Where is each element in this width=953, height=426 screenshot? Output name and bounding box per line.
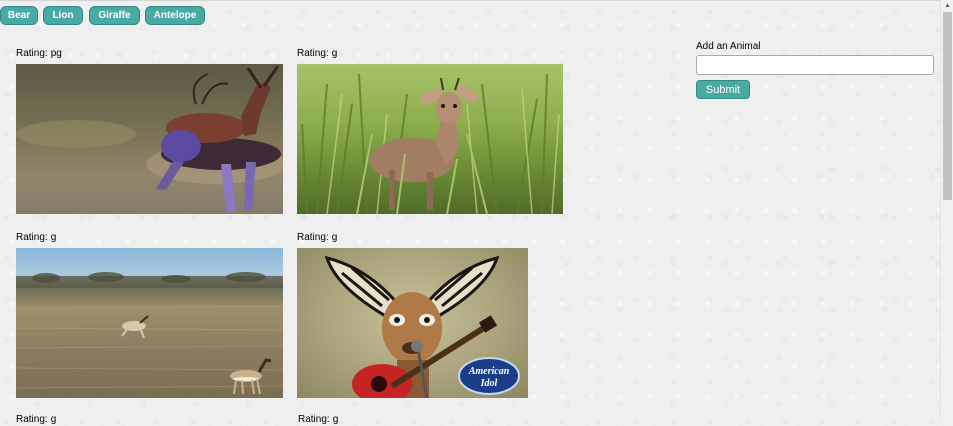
springbok-savanna-image: [16, 272, 283, 395]
gif-item: Rating: g: [297, 48, 563, 214]
add-animal-label: Add an Animal: [696, 41, 761, 52]
american-idol-logo-text: Idol: [480, 378, 498, 389]
animal-input[interactable]: [696, 55, 934, 75]
running-antelopes-image: [16, 64, 283, 214]
top-divider: [0, 0, 940, 1]
gif-image[interactable]: [297, 64, 563, 214]
american-idol-logo-text: American: [468, 366, 510, 377]
dik-dik-in-grass-image: [301, 73, 560, 214]
gif-item: Rating: g: [16, 414, 56, 426]
antelope-guitar-american-idol-image: American Idol: [324, 255, 520, 398]
gif-item: Rating: pg: [16, 48, 283, 214]
gif-rating: Rating: g: [298, 414, 339, 425]
gif-rating: Rating: g: [16, 232, 57, 243]
animal-button-lion[interactable]: Lion: [43, 6, 83, 25]
gif-image[interactable]: American Idol: [297, 248, 528, 398]
scrollbar-thumb[interactable]: [943, 12, 952, 200]
gif-rating: Rating: pg: [16, 48, 62, 59]
gif-item: Rating: g American Idol: [297, 232, 528, 398]
gif-image[interactable]: [16, 64, 283, 214]
submit-button[interactable]: Submit: [696, 80, 750, 99]
gif-rating: Rating: g: [297, 48, 338, 59]
gif-rating: Rating: g: [16, 414, 57, 425]
add-animal-form: Add an Animal Submit: [696, 41, 934, 99]
scroll-up-arrow-icon[interactable]: ▲: [941, 0, 953, 12]
gif-rating: Rating: g: [297, 232, 338, 243]
animal-button-giraffe[interactable]: Giraffe: [89, 6, 140, 25]
vertical-scrollbar[interactable]: ▲: [940, 0, 953, 423]
animal-button-antelope[interactable]: Antelope: [145, 6, 205, 25]
animal-button-bear[interactable]: Bear: [0, 6, 38, 25]
gif-item: Rating: g: [298, 414, 338, 426]
gif-image[interactable]: [16, 248, 283, 398]
gif-item: Rating: g: [16, 232, 283, 398]
